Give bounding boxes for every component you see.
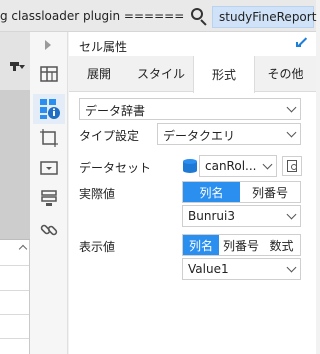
tab-format[interactable]: 形式 [193, 56, 255, 93]
chevron-down-icon [286, 262, 297, 273]
chevron-down-icon [286, 127, 297, 138]
dataset-label: データセット [79, 161, 152, 175]
dataset-value: canRol... [205, 159, 257, 173]
data-type-value: データ辞書 [85, 104, 146, 118]
panel-title: セル属性 [79, 40, 128, 54]
hyperlink-icon[interactable] [39, 220, 59, 240]
property-icon-rail [30, 32, 68, 354]
actual-value-label: 実際値 [79, 187, 116, 201]
actual-column-name-option[interactable]: 列名 [183, 182, 240, 202]
chevron-down-icon [286, 102, 297, 113]
display-column-name-option[interactable]: 列名 [183, 235, 219, 255]
search-icon[interactable] [190, 7, 208, 26]
chevron-down-icon [286, 209, 297, 220]
report-canvas-edge [0, 32, 30, 354]
type-setting-select[interactable]: データクエリ [157, 123, 301, 145]
top-bar: g classloader plugin ====== studyFineRep… [0, 0, 316, 32]
display-column-select[interactable]: Value1 [182, 258, 301, 280]
widget-icon[interactable] [39, 158, 59, 178]
cell-attribute-icon[interactable] [33, 94, 65, 124]
breadcrumb-title: g classloader plugin ====== [0, 9, 185, 23]
report-tab[interactable]: studyFineReport [212, 6, 316, 28]
display-formula-option[interactable]: 数式 [263, 235, 300, 255]
actual-column-number-option[interactable]: 列番号 [240, 182, 300, 202]
actual-column-select[interactable]: Bunrui3 [182, 205, 301, 227]
tab-style[interactable]: スタイル [129, 56, 193, 92]
display-value-mode: 列名 列番号 数式 [182, 234, 301, 256]
format-painter-icon[interactable] [10, 62, 25, 72]
display-column-value: Value1 [188, 262, 229, 276]
scroll-up-icon[interactable] [18, 244, 28, 254]
data-type-select[interactable]: データ辞書 [79, 98, 301, 120]
display-value-label: 表示値 [79, 240, 116, 254]
database-icon [183, 159, 197, 173]
border-icon[interactable] [39, 128, 59, 148]
type-setting-value: データクエリ [163, 129, 236, 143]
tab-expand[interactable]: 展開 [69, 56, 129, 92]
condition-icon[interactable] [39, 188, 59, 208]
type-setting-label: タイプ設定 [79, 129, 140, 143]
report-sheet[interactable] [0, 90, 30, 354]
attribute-tabs: 展開 スタイル 形式 その他 [69, 56, 316, 93]
collapse-panel-icon[interactable] [296, 36, 308, 48]
actual-column-value: Bunrui3 [188, 209, 235, 223]
cell-grid-icon[interactable] [39, 64, 59, 84]
tab-other[interactable]: その他 [255, 56, 316, 92]
actual-value-mode: 列名 列番号 [182, 181, 301, 203]
selected-cell-area[interactable] [0, 90, 30, 240]
display-column-number-option[interactable]: 列番号 [219, 235, 263, 255]
expand-arrow-icon[interactable] [45, 40, 51, 50]
preview-dataset-button[interactable] [282, 156, 302, 176]
cell-attribute-panel: セル属性 展開 スタイル 形式 その他 データ辞書 タイプ設定 データクエリ デ… [69, 32, 316, 354]
magnifier-icon [291, 164, 297, 170]
dataset-select[interactable]: canRol... [199, 155, 277, 177]
chevron-down-icon [262, 159, 273, 170]
